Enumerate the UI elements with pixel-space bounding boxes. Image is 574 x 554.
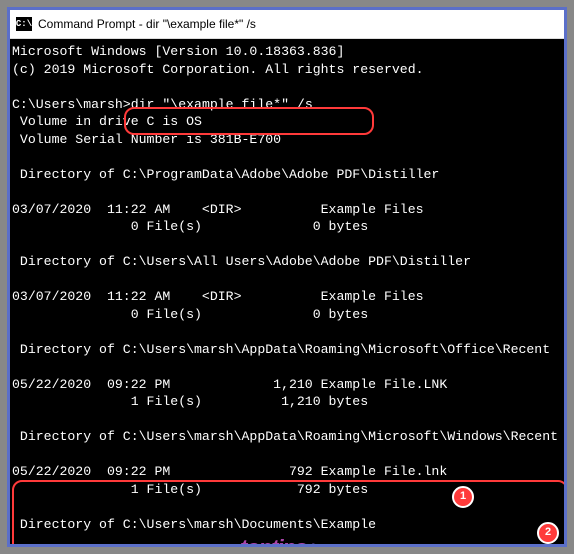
dir3-header: Directory of C:\Users\marsh\AppData\Roam… [12, 342, 550, 357]
watermark-text: toptips.in [240, 539, 322, 545]
dir4-row: 05/22/2020 09:22 PM 792 Example File.lnk [12, 464, 447, 479]
prompt-text: C:\Users\marsh> [12, 97, 131, 112]
volume-line-2: Volume Serial Number is 381B-E700 [12, 132, 281, 147]
header-line-1: Microsoft Windows [Version 10.0.18363.83… [12, 44, 344, 59]
dir4-header: Directory of C:\Users\marsh\AppData\Roam… [12, 429, 558, 444]
title-bar[interactable]: C:\ Command Prompt - dir "\example file*… [10, 10, 564, 39]
annotation-badge-2: 2 [537, 522, 559, 544]
dir2-header: Directory of C:\Users\All Users\Adobe\Ad… [12, 254, 471, 269]
dir3-row: 05/22/2020 09:22 PM 1,210 Example File.L… [12, 377, 447, 392]
dir3-summary: 1 File(s) 1,210 bytes [12, 394, 368, 409]
dir2-summary: 0 File(s) 0 bytes [12, 307, 368, 322]
command-text: dir "\example file*" /s [131, 97, 313, 112]
cmd-icon: C:\ [16, 17, 32, 31]
window-frame: C:\ Command Prompt - dir "\example file*… [7, 7, 567, 547]
volume-line-1: Volume in drive C is OS [12, 114, 202, 129]
terminal-output[interactable]: Microsoft Windows [Version 10.0.18363.83… [10, 39, 564, 545]
window-title: Command Prompt - dir "\example file*" /s [38, 17, 256, 31]
dir2-row: 03/07/2020 11:22 AM <DIR> Example Files [12, 289, 424, 304]
header-line-2: (c) 2019 Microsoft Corporation. All righ… [12, 62, 424, 77]
dir1-summary: 0 File(s) 0 bytes [12, 219, 368, 234]
dir4-summary: 1 File(s) 792 bytes [12, 482, 368, 497]
dir5-header: Directory of C:\Users\marsh\Documents\Ex… [12, 517, 376, 532]
dir1-row: 03/07/2020 11:22 AM <DIR> Example Files [12, 202, 424, 217]
dir1-header: Directory of C:\ProgramData\Adobe\Adobe … [12, 167, 439, 182]
annotation-badge-1: 1 [452, 486, 474, 508]
